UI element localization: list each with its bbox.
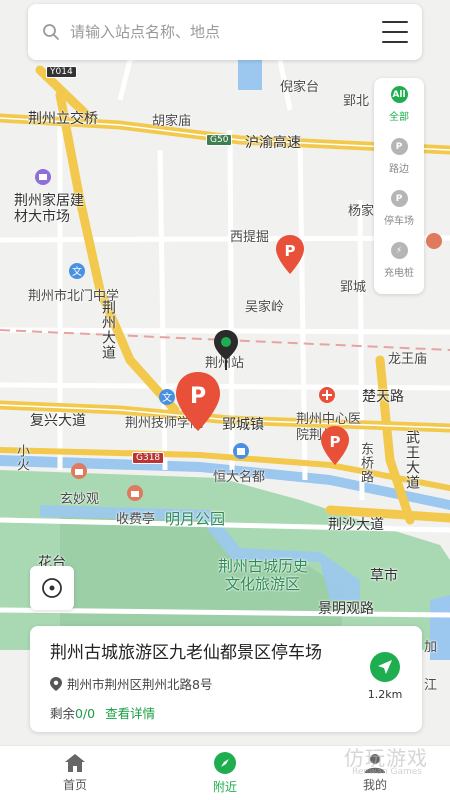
- filter-label: 全部: [389, 112, 409, 123]
- market-icon: [35, 169, 51, 185]
- menu-icon[interactable]: [382, 21, 408, 43]
- g318-shield: G318: [132, 452, 165, 464]
- address-text: 荆州市荆州区荆州北路8号: [67, 677, 213, 692]
- locate-button[interactable]: [30, 566, 74, 610]
- map-label: 武王大道: [404, 430, 420, 490]
- map-label: 收费亭: [116, 512, 156, 527]
- charging-icon: ⚡: [390, 242, 408, 259]
- map-label: 东桥路: [358, 442, 373, 484]
- svg-text:P: P: [190, 384, 206, 409]
- navigate-button[interactable]: [370, 652, 400, 682]
- map-label: 吴家岭: [245, 300, 285, 315]
- map-label: 荆沙大道: [328, 517, 384, 533]
- map-label: 明月公园: [165, 510, 226, 528]
- view-details-link[interactable]: 查看详情: [105, 706, 155, 721]
- svg-text:文: 文: [72, 265, 82, 278]
- location-pin-icon: [50, 676, 62, 691]
- filter-label: 充电桩: [384, 268, 414, 279]
- locate-icon: [42, 578, 62, 598]
- current-location-icon: [214, 330, 238, 370]
- filter-label: 路边: [389, 164, 409, 175]
- map-label: 材大市场: [14, 209, 70, 225]
- parking-marker[interactable]: P: [275, 235, 305, 275]
- parking-lot-icon: P: [390, 190, 408, 207]
- map-label: 文化旅游区: [225, 575, 301, 593]
- school-icon: 文: [159, 389, 175, 405]
- filter-label: 停车场: [384, 216, 414, 227]
- tab-label: 附近: [212, 780, 237, 794]
- map-label: 郢北: [343, 94, 370, 109]
- spaces-row: 剩余0/0 查看详情: [50, 703, 404, 722]
- building-icon: [233, 443, 249, 459]
- tab-label: 首页: [62, 778, 87, 792]
- tab-nearby[interactable]: 附近: [150, 746, 300, 800]
- map-label: 恒大名都: [213, 470, 266, 485]
- map-label: 景明观路: [318, 601, 374, 617]
- map-label: 荆州立交桥: [28, 111, 98, 127]
- home-icon: [65, 754, 85, 772]
- search-bar: [28, 4, 422, 60]
- distance-text: 1.2km: [367, 688, 403, 701]
- map-label: 倪家台: [280, 80, 320, 95]
- watermark-sub: Renwan Games: [351, 767, 422, 777]
- map-label: 玄妙观: [60, 492, 100, 507]
- parking-title: 荆州古城旅游区九老仙都景区停车场: [50, 643, 322, 663]
- filter-roadside[interactable]: P 路边: [374, 138, 424, 190]
- school-icon: 文: [69, 263, 85, 279]
- parking-icon: P: [390, 138, 408, 155]
- y014-shield: Y014: [46, 66, 77, 78]
- parking-address: 荆州市荆州区荆州北路8号: [50, 674, 404, 693]
- map-label: 沪渝高速: [245, 135, 301, 151]
- map-label: 胡家庙: [152, 114, 192, 129]
- spaces-label: 剩余: [50, 706, 76, 721]
- filter-parking-lot[interactable]: P 停车场: [374, 190, 424, 242]
- parking-info-card[interactable]: 荆州古城旅游区九老仙都景区停车场 荆州市荆州区荆州北路8号 剩余0/0 查看详情…: [30, 626, 422, 732]
- tab-label: 我的: [362, 778, 387, 792]
- navigate-icon: [378, 660, 392, 674]
- temple-icon: [71, 463, 87, 479]
- tab-home[interactable]: 首页: [0, 746, 150, 800]
- spaces-value: 0/0: [75, 706, 96, 721]
- parking-marker-selected[interactable]: P: [175, 372, 221, 432]
- map-label: 楚天路: [362, 389, 404, 405]
- compass-icon: [214, 752, 236, 774]
- map-label: 荆州大道: [100, 300, 116, 360]
- map-label: 小火: [14, 444, 29, 472]
- g50-shield: G50: [206, 134, 233, 146]
- filter-charging[interactable]: ⚡ 充电桩: [374, 242, 424, 294]
- map-label: 江: [424, 678, 438, 693]
- map-label: 龙王庙: [388, 352, 428, 367]
- map-label: 杨家: [348, 204, 375, 219]
- search-input[interactable]: [70, 23, 382, 41]
- map-label: 西提掘: [230, 230, 270, 245]
- svg-text:P: P: [285, 242, 296, 260]
- temple-icon: [426, 233, 442, 249]
- filter-panel: All 全部 P 路边 P 停车场 ⚡ 充电桩: [374, 78, 424, 294]
- search-icon: [43, 24, 59, 40]
- parking-marker[interactable]: P: [320, 426, 350, 466]
- map-label: 郢城镇: [222, 417, 264, 433]
- map-label: 加: [424, 640, 438, 655]
- temple-icon: [127, 485, 143, 501]
- map-label: 复兴大道: [30, 413, 86, 429]
- filter-all[interactable]: All 全部: [374, 86, 424, 138]
- svg-text:P: P: [330, 433, 341, 451]
- hospital-icon: [319, 387, 335, 403]
- svg-text:文: 文: [162, 391, 172, 404]
- map-label: 郢城: [340, 280, 367, 295]
- all-icon: All: [390, 86, 408, 103]
- map-label: 草市: [370, 568, 398, 584]
